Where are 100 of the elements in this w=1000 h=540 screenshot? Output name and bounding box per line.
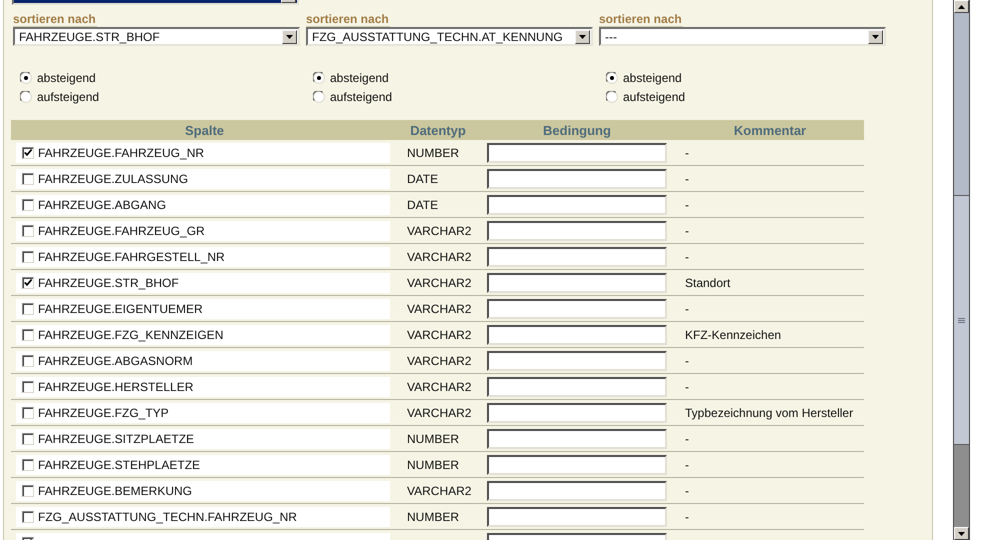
- comment-text: -: [685, 484, 689, 498]
- dropdown-button[interactable]: [868, 30, 883, 44]
- radio-label: aufsteigend: [37, 90, 100, 104]
- condition-field[interactable]: [487, 220, 667, 240]
- column-name: FZG_AUSSTATTUNG_TECHN.FAHRZEUG_NR: [38, 510, 297, 524]
- comment-text: -: [685, 224, 689, 238]
- caret-icon: [579, 34, 586, 38]
- column-header: Bedingung: [543, 122, 611, 138]
- condition-field[interactable]: [487, 246, 667, 266]
- column-name: FAHRZEUGE.ZULASSUNG: [38, 172, 188, 186]
- column-name: FAHRZEUGE.FZG_KENNZEIGEN: [38, 328, 224, 342]
- column-name: FAHRZEUGE.FAHRZEUG_NR: [38, 146, 204, 160]
- datatype-text: VARCHAR2: [407, 380, 472, 394]
- datatype-text: NUMBER: [407, 432, 460, 446]
- checkbox[interactable]: [22, 432, 34, 444]
- condition-field[interactable]: [487, 428, 667, 448]
- datatype-text: VARCHAR2: [407, 406, 472, 420]
- datatype-text: NUMBER: [407, 146, 460, 160]
- comment-text: -: [685, 510, 689, 524]
- datatype-text: DATE: [407, 198, 438, 212]
- radio-button[interactable]: [313, 72, 325, 84]
- datatype-text: VARCHAR2: [407, 302, 472, 316]
- dropdown[interactable]: ---: [599, 27, 886, 46]
- datatype-text: NUMBER: [407, 458, 460, 472]
- column-header: Kommentar: [734, 122, 806, 138]
- checkbox[interactable]: [22, 250, 34, 262]
- column-name: FAHRZEUGE.STEHPLAETZE: [38, 458, 200, 472]
- column-name: FAHRZEUGE.STR_BHOF: [38, 276, 179, 290]
- comment-text: -: [685, 380, 689, 394]
- comment-text: -: [685, 146, 689, 160]
- checkbox[interactable]: [22, 458, 34, 470]
- datatype-text: DATE: [407, 172, 438, 186]
- radio-button[interactable]: [606, 72, 618, 84]
- column-name: FAHRZEUGE.EIGENTUEMER: [38, 302, 203, 316]
- radio-label: aufsteigend: [330, 90, 392, 104]
- column-header: Datentyp: [410, 122, 466, 138]
- checkbox[interactable]: [22, 380, 34, 392]
- condition-field[interactable]: [487, 142, 667, 162]
- datatype-text: VARCHAR2: [407, 328, 472, 342]
- condition-field[interactable]: [487, 194, 667, 214]
- checkbox[interactable]: [22, 406, 34, 418]
- dropdown[interactable]: FZG_AUSSTATTUNG_TECHN.AT_KENNUNG: [306, 27, 593, 46]
- dropdown[interactable]: FAHRZEUGE.STR_BHOF: [13, 27, 300, 46]
- scroll-down-button[interactable]: [954, 527, 969, 540]
- scrollbar[interactable]: [953, 0, 970, 540]
- column-name: FAHRZEUGE.ABGASNORM: [38, 354, 193, 368]
- radio-button[interactable]: [20, 72, 32, 84]
- scrollbar-thumb[interactable]: [954, 195, 969, 445]
- condition-field[interactable]: [487, 506, 667, 526]
- scroll-up-button[interactable]: [954, 0, 969, 13]
- condition-field[interactable]: [487, 350, 667, 370]
- radio-button[interactable]: [313, 90, 325, 102]
- checkbox[interactable]: [22, 172, 34, 184]
- condition-field[interactable]: [487, 324, 667, 344]
- column-name: FAHRZEUGE.HERSTELLER: [38, 380, 194, 394]
- checkbox[interactable]: [22, 510, 34, 522]
- checkbox[interactable]: [22, 198, 34, 210]
- dropdown-button[interactable]: [282, 30, 297, 44]
- comment-text: Standort: [685, 276, 730, 290]
- checkbox[interactable]: [22, 276, 34, 288]
- dropdown-button[interactable]: [575, 30, 590, 44]
- comment-text: -: [685, 198, 689, 212]
- radio-button[interactable]: [606, 90, 618, 102]
- caret-icon: [872, 34, 879, 38]
- column-name: FAHRZEUGE.ABGANG: [38, 198, 166, 212]
- column-header: Spalte: [184, 122, 224, 138]
- datatype-text: VARCHAR2: [407, 250, 472, 264]
- radio-label: absteigend: [330, 70, 389, 84]
- condition-field[interactable]: [487, 272, 667, 292]
- column-name: FAHRZEUGE.FAHRGESTELL_NR: [38, 250, 225, 264]
- radio-button[interactable]: [20, 90, 32, 102]
- condition-field[interactable]: [487, 454, 667, 474]
- checkbox[interactable]: [22, 146, 34, 158]
- datatype-text: VARCHAR2: [407, 276, 472, 290]
- checkbox[interactable]: [22, 484, 34, 496]
- checkbox[interactable]: [22, 328, 34, 340]
- condition-field[interactable]: [487, 402, 667, 422]
- datatype-text: NUMBER: [407, 510, 460, 524]
- column-name: FAHRZEUGE.FAHRZEUG_GR: [38, 224, 205, 238]
- radio-label: absteigend: [623, 70, 682, 84]
- grip-icon: [958, 318, 965, 322]
- datatype-text: VARCHAR2: [407, 354, 472, 368]
- column-name: FAHRZEUGE.FZG_TYP: [38, 406, 169, 420]
- datatype-text: VARCHAR2: [407, 484, 472, 498]
- comment-text: -: [685, 432, 689, 446]
- condition-field[interactable]: [487, 376, 667, 396]
- condition-field[interactable]: [487, 298, 667, 318]
- checkbox[interactable]: [22, 224, 34, 236]
- radio-label: aufsteigend: [623, 90, 686, 104]
- comment-text: -: [685, 302, 689, 316]
- checkbox[interactable]: [22, 354, 34, 366]
- column-name: FAHRZEUGE.BEMERKUNG: [38, 484, 192, 498]
- comment-text: -: [685, 250, 689, 264]
- condition-field[interactable]: [487, 168, 667, 188]
- comment-text: -: [685, 354, 689, 368]
- caret-icon: [286, 34, 293, 38]
- condition-field[interactable]: [487, 480, 667, 500]
- datatype-text: VARCHAR2: [407, 224, 472, 238]
- down-arrow-icon: [958, 532, 965, 536]
- checkbox[interactable]: [22, 302, 34, 314]
